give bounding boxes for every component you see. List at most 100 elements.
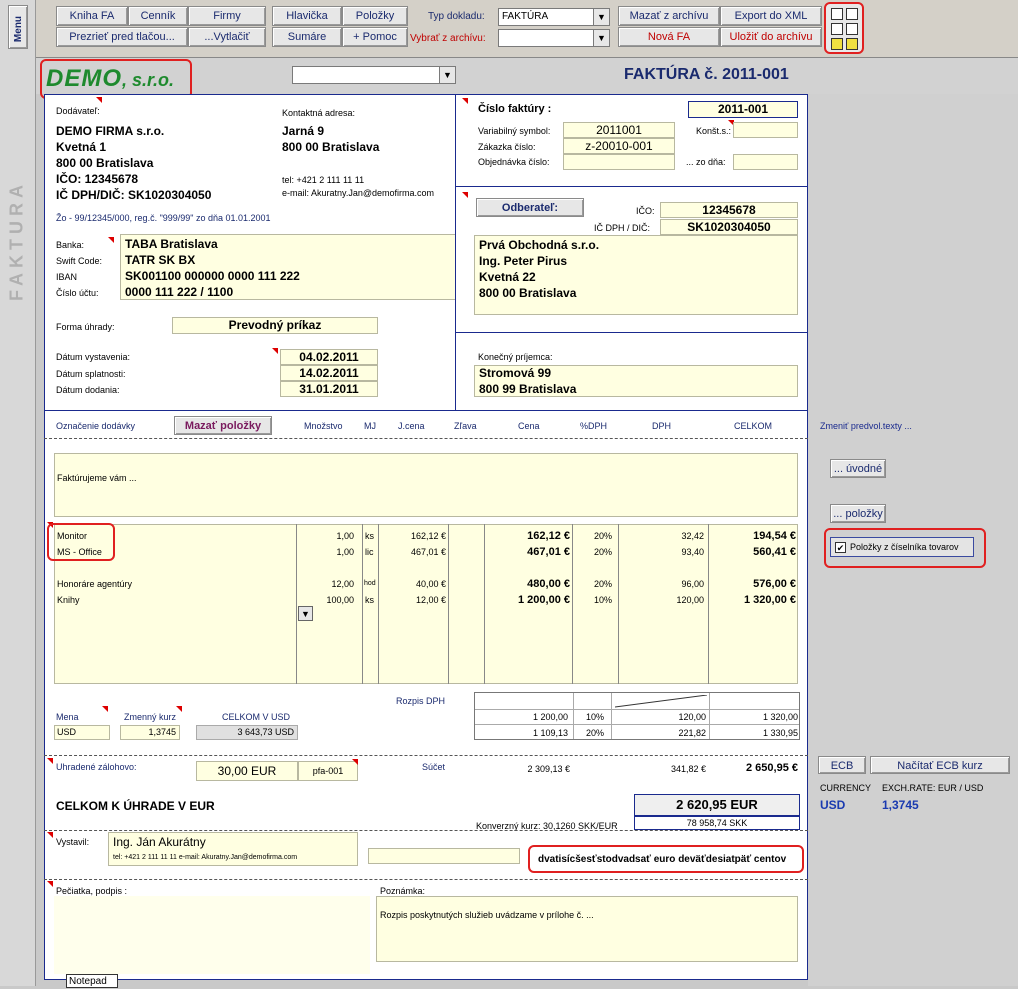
item-mj[interactable]: ks bbox=[365, 531, 374, 541]
item-total: 194,54 € bbox=[753, 530, 796, 542]
mazat-polozky-button[interactable]: Mazať položky bbox=[174, 416, 272, 435]
customer-dic-field[interactable]: SK1020304050 bbox=[660, 219, 798, 235]
print-button[interactable]: ...Vytlačiť bbox=[188, 27, 266, 47]
logo-suffix: , s.r.o. bbox=[122, 70, 175, 90]
menu-button[interactable]: Menu bbox=[8, 5, 28, 49]
save-archive-button[interactable]: Uložiť do archívu bbox=[720, 27, 822, 47]
swift-code[interactable]: TATR SK BX bbox=[125, 253, 195, 267]
deposit-label: Uhradené zálohovo: bbox=[56, 762, 137, 772]
deposit-ref-field[interactable]: pfa-001 bbox=[298, 761, 358, 781]
layout-grid-icon[interactable] bbox=[824, 2, 864, 54]
company-logo: DEMO , s.r.o. bbox=[40, 59, 192, 99]
new-invoice-button[interactable]: Nová FA bbox=[618, 27, 720, 47]
intro-text: Faktúrujeme vám ... bbox=[57, 473, 137, 483]
vat-rate: 20% bbox=[585, 728, 604, 738]
header-select[interactable]: ▼ bbox=[292, 66, 456, 84]
chevron-down-icon[interactable]: ▼ bbox=[593, 30, 609, 46]
vat-base: 1 200,00 bbox=[532, 712, 568, 722]
objednavka-field[interactable] bbox=[563, 154, 675, 170]
zo-dna-field[interactable] bbox=[733, 154, 798, 170]
polozky-side-button[interactable]: ... položky bbox=[830, 504, 886, 523]
col-zlava: Zľava bbox=[454, 421, 477, 431]
mena-field[interactable]: USD bbox=[54, 725, 110, 740]
invoice-number-field[interactable]: 2011-001 bbox=[688, 101, 798, 118]
item-price: 162,12 € bbox=[527, 530, 570, 542]
sum-label: Súčet bbox=[422, 762, 446, 772]
item-mj[interactable]: lic bbox=[365, 547, 374, 557]
vat-rate: 10% bbox=[585, 712, 604, 722]
intro-text-field[interactable] bbox=[54, 453, 798, 517]
kniha-fa-button[interactable]: Kniha FA bbox=[56, 6, 128, 26]
zmenit-texty-link[interactable]: Zmeniť predvol.texty ... bbox=[820, 421, 912, 431]
customer-ico-field[interactable]: 12345678 bbox=[660, 202, 798, 218]
payment-field[interactable]: Prevodný príkaz bbox=[172, 317, 378, 334]
cennik-button[interactable]: Cenník bbox=[128, 6, 188, 26]
print-preview-button[interactable]: Prezrieť pred tlačou... bbox=[56, 27, 188, 47]
item-unit-price[interactable]: 40,00 € bbox=[380, 579, 446, 589]
item-vat[interactable]: 20% bbox=[580, 547, 612, 557]
item-dph: 120,00 bbox=[676, 595, 704, 605]
iban-value[interactable]: SK001100 000000 0000 111 222 bbox=[125, 269, 300, 283]
typ-dokladu-select[interactable]: FAKTÚRA ▼ bbox=[498, 8, 610, 26]
issuer-contact: tel: +421 2 111 11 11 e-mail: Akuratny.J… bbox=[113, 854, 298, 861]
ecb-button[interactable]: ECB bbox=[818, 756, 866, 774]
item-name[interactable]: Knihy bbox=[57, 595, 80, 605]
sumare-button[interactable]: Sumáre bbox=[272, 27, 342, 47]
bank-name[interactable]: TABA Bratislava bbox=[125, 237, 218, 251]
odberatel-button[interactable]: Odberateľ: bbox=[476, 198, 584, 217]
item-mj[interactable]: hod bbox=[364, 580, 376, 587]
vat-dph: 120,00 bbox=[678, 712, 706, 722]
words-field bbox=[368, 848, 520, 864]
account-number[interactable]: 0000 111 222 / 1100 bbox=[125, 285, 233, 299]
col-dph-pct: %DPH bbox=[580, 421, 608, 431]
vs-field[interactable]: 2011001 bbox=[563, 122, 675, 138]
item-qty[interactable]: 12,00 bbox=[300, 579, 354, 589]
item-vat[interactable]: 20% bbox=[580, 579, 612, 589]
item-dropdown-arrow[interactable]: ▼ bbox=[298, 606, 313, 621]
issuer-label: Vystavil: bbox=[56, 837, 90, 847]
checkbox-checked-icon[interactable]: ✔ bbox=[835, 542, 846, 553]
deposit-field[interactable]: 30,00 EUR bbox=[196, 761, 298, 781]
menu-label: Menu bbox=[13, 15, 24, 43]
stamp-area[interactable] bbox=[54, 896, 370, 974]
load-ecb-rate-button[interactable]: Načítať ECB kurz bbox=[870, 756, 1010, 774]
supplier-register: Žo - 99/12345/000, reg.č. "999/99" zo dň… bbox=[56, 213, 271, 223]
ecb-rate-value: 1,3745 bbox=[882, 798, 919, 812]
hlavicka-button[interactable]: Hlavička bbox=[272, 6, 342, 26]
uvodne-button[interactable]: ... úvodné bbox=[830, 459, 886, 478]
item-mj[interactable]: ks bbox=[365, 595, 374, 605]
delete-archive-button[interactable]: Mazať z archívu bbox=[618, 6, 720, 26]
note-field[interactable] bbox=[376, 896, 798, 962]
date-issue-field[interactable]: 04.02.2011 bbox=[280, 349, 378, 365]
archive-select[interactable]: ▼ bbox=[498, 29, 610, 47]
date-due-field[interactable]: 14.02.2011 bbox=[280, 365, 378, 381]
item-unit-price[interactable]: 467,01 € bbox=[380, 547, 446, 557]
item-vat[interactable]: 10% bbox=[580, 595, 612, 605]
ks-field[interactable] bbox=[733, 122, 798, 138]
zakazka-field[interactable]: z-20010-001 bbox=[563, 138, 675, 154]
item-qty[interactable]: 1,00 bbox=[300, 531, 354, 541]
date-delivery-field[interactable]: 31.01.2011 bbox=[280, 381, 378, 397]
item-name[interactable]: Honoráre agentúry bbox=[57, 579, 132, 589]
item-unit-price[interactable]: 12,00 € bbox=[380, 595, 446, 605]
item-vat[interactable]: 20% bbox=[580, 531, 612, 541]
chevron-down-icon[interactable]: ▼ bbox=[593, 9, 609, 25]
export-xml-button[interactable]: Export do XML bbox=[720, 6, 822, 26]
polozky-button[interactable]: Položky bbox=[342, 6, 408, 26]
contact-city: 800 00 Bratislava bbox=[282, 140, 380, 154]
ciselnik-checkbox-row[interactable]: ✔ Položky z číselníka tovarov bbox=[830, 537, 974, 557]
item-unit-price[interactable]: 162,12 € bbox=[380, 531, 446, 541]
kurz-field[interactable]: 1,3745 bbox=[120, 725, 180, 740]
sum-base: 2 309,13 € bbox=[527, 764, 570, 774]
item-qty[interactable]: 1,00 bbox=[300, 547, 354, 557]
help-button[interactable]: + Pomoc bbox=[342, 27, 408, 47]
payment-label: Forma úhrady: bbox=[56, 322, 115, 332]
toolbar-left-strip bbox=[0, 0, 36, 986]
chevron-down-icon[interactable]: ▼ bbox=[439, 67, 455, 83]
supplier-email: e-mail: Akuratny.Jan@demofirma.com bbox=[282, 188, 435, 198]
zo-dna-label: ... zo dňa: bbox=[686, 157, 726, 167]
firmy-button[interactable]: Firmy bbox=[188, 6, 266, 26]
vat-base: 1 109,13 bbox=[532, 728, 568, 738]
item-qty[interactable]: 100,00 bbox=[300, 595, 354, 605]
celkom-usd-field: 3 643,73 USD bbox=[196, 725, 298, 740]
